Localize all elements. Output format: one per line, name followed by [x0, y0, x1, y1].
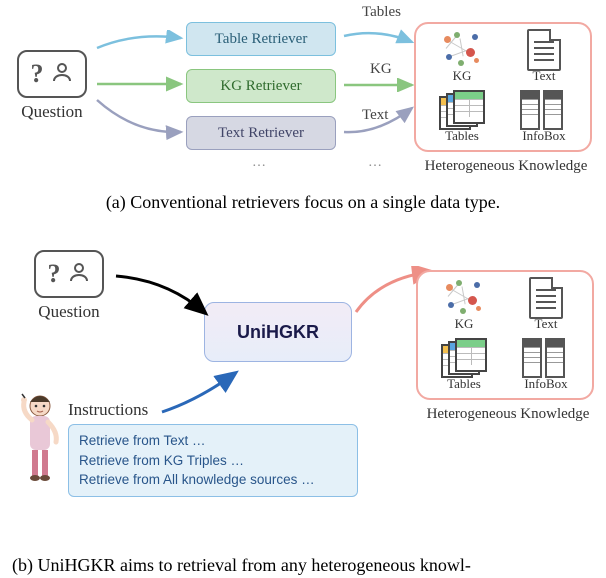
infobox-icon [522, 338, 570, 378]
kb-tables-label-a: Tables [445, 128, 479, 144]
edge-label-kg: KG [370, 61, 392, 78]
instruction-line-1: Retrieve from Text … [79, 431, 347, 451]
kb-infobox-cell-b: InfoBox [508, 338, 584, 396]
document-icon [529, 278, 563, 318]
kb-tables-cell-a: Tables [424, 90, 500, 148]
kg-retriever-label: KG Retriever [220, 78, 301, 95]
document-icon [527, 30, 561, 70]
kb-infobox-cell-a: InfoBox [506, 90, 582, 148]
question-label-b: Question [34, 302, 104, 322]
question-mark-icon: ? [48, 261, 61, 287]
kb-kg-label-a: KG [453, 68, 472, 84]
kb-text-cell-a: Text [506, 30, 582, 88]
edge-label-tables: Tables [362, 4, 401, 21]
instruction-line-3: Retrieve from All knowledge sources … [79, 470, 347, 490]
kb-kg-cell-b: KG [426, 278, 502, 336]
instruction-line-2: Retrieve from KG Triples … [79, 451, 347, 471]
ellipsis-mid-a: … [252, 155, 268, 171]
kg-graph-icon [440, 30, 484, 70]
question-icon-a: ? [17, 50, 87, 98]
kb-kg-cell-a: KG [424, 30, 500, 88]
infobox-icon [520, 90, 568, 130]
kb-caption-b: Heterogeneous Knowledge [408, 406, 606, 423]
question-block-b: ? Question [34, 250, 104, 322]
unihgkr-label: UniHGKR [237, 322, 319, 343]
kb-text-cell-b: Text [508, 278, 584, 336]
user-icon [67, 260, 91, 289]
question-mark-icon: ? [31, 61, 44, 87]
table-retriever-box: Table Retriever [186, 22, 336, 56]
kb-caption-a: Heterogeneous Knowledge [406, 158, 606, 175]
panel-b: ? Question UniHGKR [0, 232, 606, 578]
kb-tables-cell-b: Tables [426, 338, 502, 396]
instructor-figure-icon [12, 392, 68, 493]
arrow-kb-to-table [338, 24, 416, 44]
caption-a: (a) Conventional retrievers focus on a s… [0, 192, 606, 213]
ellipsis-right-a: … [368, 155, 384, 171]
tables-icon [439, 90, 485, 130]
text-retriever-label: Text Retriever [218, 125, 304, 142]
knowledge-box-a: KG Text Tables [414, 22, 592, 152]
arrow-q-to-unihgkr [112, 270, 212, 320]
arrow-instr-to-unihgkr [158, 370, 242, 418]
kg-graph-icon [442, 278, 486, 318]
arrow-q-to-text [95, 96, 187, 140]
knowledge-box-b: KG Text Tables [416, 270, 594, 400]
question-icon-b: ? [34, 250, 104, 298]
question-block-a: ? Question [17, 50, 87, 122]
instructions-label: Instructions [68, 400, 148, 420]
table-retriever-label: Table Retriever [215, 31, 308, 48]
arrow-kb-to-text [338, 104, 416, 140]
instructions-box: Retrieve from Text … Retrieve from KG Tr… [68, 424, 358, 497]
kb-kg-label-b: KG [455, 316, 474, 332]
kg-retriever-box: KG Retriever [186, 69, 336, 103]
user-icon [50, 60, 74, 89]
caption-b: (b) UniHGKR aims to retrieval from any h… [0, 555, 606, 576]
kb-tables-label-b: Tables [447, 376, 481, 392]
question-label-a: Question [17, 102, 87, 122]
unihgkr-box: UniHGKR [204, 302, 352, 362]
arrow-q-to-kg [95, 76, 187, 92]
kb-infobox-label-b: InfoBox [524, 376, 567, 392]
kb-infobox-label-a: InfoBox [522, 128, 565, 144]
text-retriever-box: Text Retriever [186, 116, 336, 150]
arrow-q-to-table [95, 30, 187, 50]
arrow-kb-to-kg [338, 78, 416, 92]
tables-icon [441, 338, 487, 378]
